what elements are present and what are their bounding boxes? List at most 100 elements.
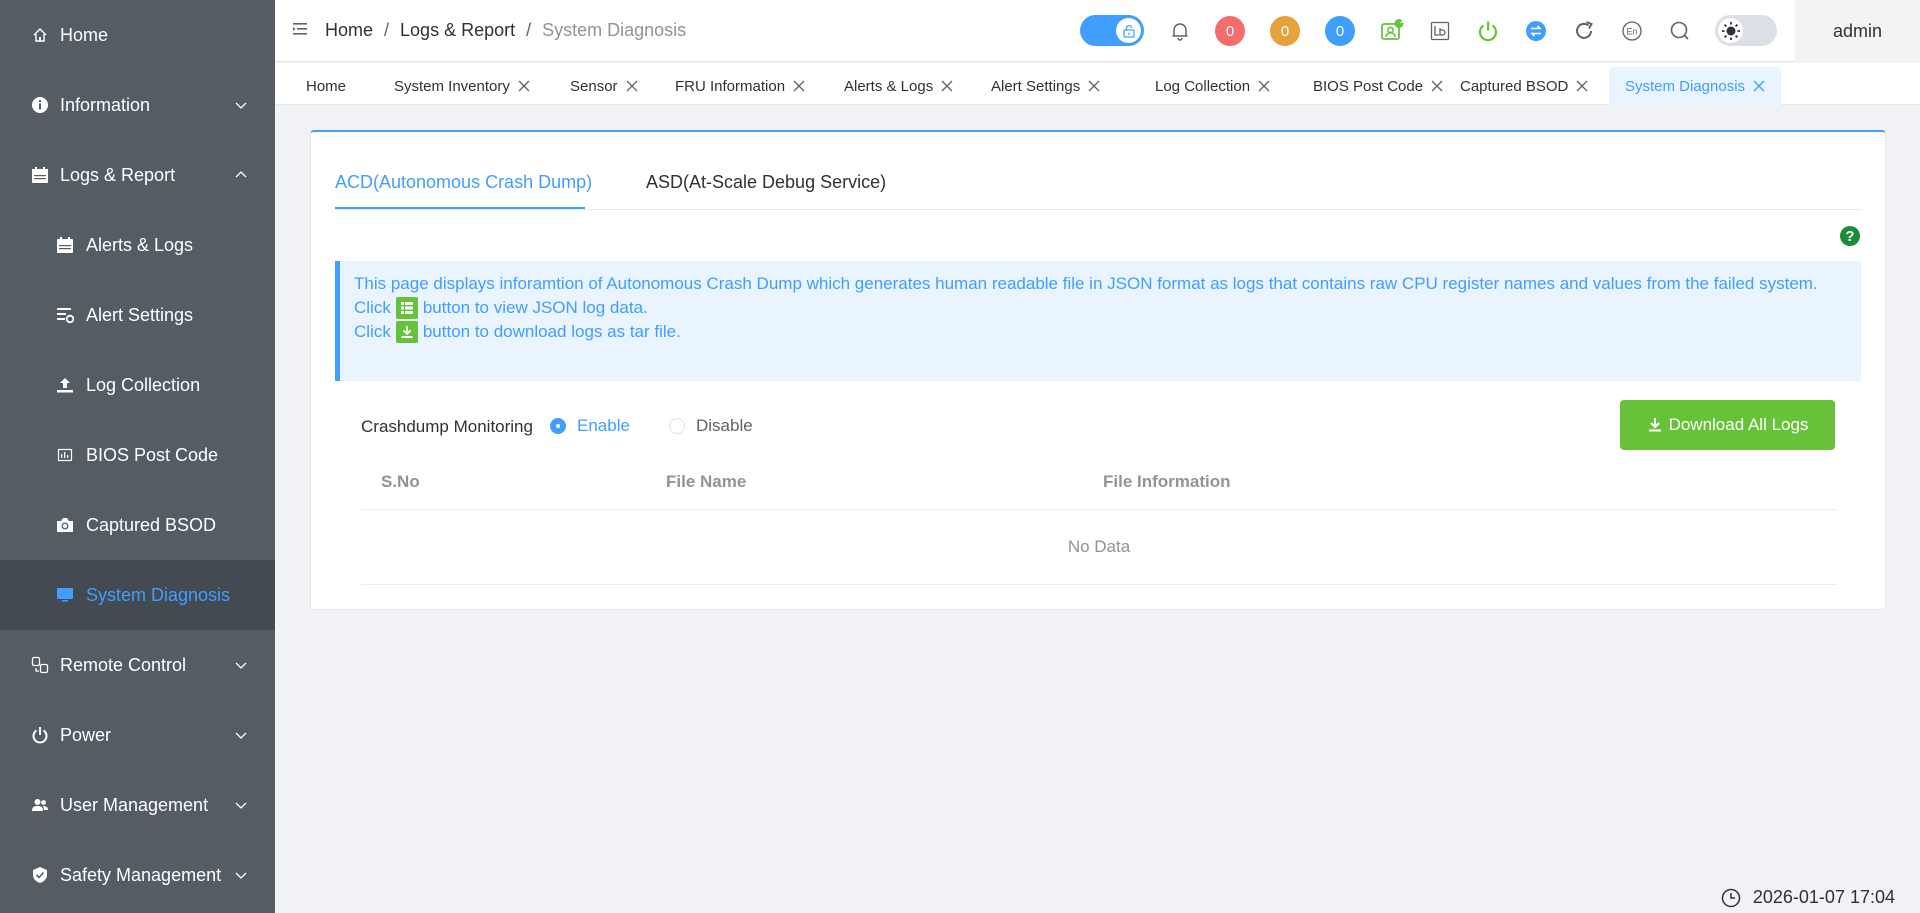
tab-label: System Inventory <box>394 77 510 95</box>
tab-label: System Diagnosis <box>1625 77 1746 95</box>
sidebar-item-label: BIOS Post Code <box>86 444 219 465</box>
radio-dot <box>669 418 685 434</box>
chevron-down-icon <box>235 802 247 809</box>
tab-sensor[interactable]: Sensor <box>554 67 654 105</box>
tab-fru-information[interactable]: FRU Information <box>659 67 821 105</box>
breadcrumb-home[interactable]: Home <box>325 20 373 41</box>
sidebar-item-safety-management[interactable]: Safety Management <box>0 840 275 910</box>
tab-alert-settings[interactable]: Alert Settings <box>975 67 1116 105</box>
shield-check-icon <box>30 865 50 885</box>
table-header: S.No File Name File Information <box>361 454 1837 510</box>
power-icon <box>30 725 50 745</box>
close-icon[interactable] <box>941 80 953 92</box>
tab-bios-post-code[interactable]: BIOS Post Code <box>1297 67 1459 105</box>
tab-label: Alerts & Logs <box>844 77 934 95</box>
sidebar-item-information[interactable]: Information <box>0 70 275 140</box>
hamburger-icon[interactable] <box>292 21 308 37</box>
breadcrumb-separator: / <box>384 20 390 40</box>
disable-label: Disable <box>696 416 753 435</box>
sidebar-item-bios-post-code[interactable]: BIOS Post Code <box>0 420 275 490</box>
sidebar-item-alerts-logs[interactable]: Alerts & Logs <box>0 210 275 280</box>
sidebar-item-label: Remote Control <box>60 654 187 675</box>
search-icon[interactable] <box>1666 17 1694 45</box>
theme-toggle[interactable] <box>1715 15 1777 46</box>
breadcrumb-logs-report[interactable]: Logs & Report <box>400 20 515 41</box>
bell-icon[interactable] <box>1166 17 1194 45</box>
warning-count-badge[interactable]: 0 <box>1270 16 1300 46</box>
close-icon[interactable] <box>1088 80 1100 92</box>
system-datetime: 2026-01-07 17:04 <box>1721 887 1895 908</box>
tab-alerts-logs[interactable]: Alerts & Logs <box>828 67 969 105</box>
close-icon[interactable] <box>1258 80 1270 92</box>
breadcrumb-separator: / <box>526 20 532 40</box>
top-header: Home / Logs & Report / System Diagnosis … <box>275 0 1920 62</box>
info-line-view: Click button to view JSON log data. <box>354 297 1847 319</box>
close-icon[interactable] <box>793 80 805 92</box>
chevron-up-icon <box>235 171 247 178</box>
tab-label: FRU Information <box>675 77 786 95</box>
subtab-acd[interactable]: ACD(Autonomous Crash Dump) <box>335 172 592 193</box>
sidebar-item-user-management[interactable]: User Management <box>0 770 275 840</box>
chevron-down-icon <box>235 662 247 669</box>
switch-icon[interactable] <box>1522 17 1550 45</box>
critical-count-badge[interactable]: 0 <box>1215 16 1245 46</box>
tab-log-collection[interactable]: Log Collection <box>1139 67 1286 105</box>
sidebar-item-alert-settings[interactable]: Alert Settings <box>0 280 275 350</box>
lock-icon <box>1116 18 1141 43</box>
help-icon[interactable]: ? <box>1840 226 1860 246</box>
tab-label: Log Collection <box>1155 77 1251 95</box>
info-click-text: Click <box>354 298 391 317</box>
tab-system-inventory[interactable]: System Inventory <box>378 67 546 105</box>
sidebar-item-label: Alerts & Logs <box>86 234 194 255</box>
info-icon <box>30 95 50 115</box>
sidebar-item-power[interactable]: Power <box>0 700 275 770</box>
close-icon[interactable] <box>626 80 638 92</box>
remote-control-icon <box>30 655 50 675</box>
refresh-icon[interactable] <box>1570 17 1598 45</box>
enable-radio[interactable]: Enable <box>550 416 630 436</box>
tab-system-diagnosis[interactable]: System Diagnosis <box>1609 67 1782 105</box>
close-icon[interactable] <box>1431 80 1443 92</box>
calendar-icon <box>55 235 75 255</box>
chart-box-icon <box>55 445 75 465</box>
tab-label: Sensor <box>570 77 618 95</box>
sidebar-item-captured-bsod[interactable]: Captured BSOD <box>0 490 275 560</box>
disable-radio[interactable]: Disable <box>669 416 753 436</box>
sidebar-item-label: Power <box>60 724 112 745</box>
close-icon[interactable] <box>1753 80 1765 92</box>
sidebar-item-label: Information <box>60 94 151 115</box>
lock-toggle[interactable] <box>1080 15 1144 46</box>
tab-captured-bsod[interactable]: Captured BSOD <box>1444 67 1604 105</box>
sidebar-item-label: Home <box>60 24 109 45</box>
download-icon <box>1647 417 1663 433</box>
column-header-file-name: File Name <box>666 472 747 491</box>
close-icon[interactable] <box>518 80 530 92</box>
info-download-text: button to download logs as tar file. <box>422 322 681 341</box>
crashdump-table: S.No File Name File Information No Data <box>361 454 1837 585</box>
sidebar-item-system-diagnosis[interactable]: System Diagnosis <box>0 560 275 630</box>
home-icon <box>30 25 50 45</box>
sidebar-item-label: Log Collection <box>86 374 201 395</box>
tab-home[interactable]: Home <box>290 67 362 105</box>
tab-label: Alert Settings <box>991 77 1081 95</box>
sidebar-item-logs-report[interactable]: Logs & Report <box>0 140 275 210</box>
chevron-down-icon <box>235 732 247 739</box>
sidebar-item-log-collection[interactable]: Log Collection <box>0 350 275 420</box>
sidebar-item-home[interactable]: Home <box>0 0 275 70</box>
sidebar-item-remote-control[interactable]: Remote Control <box>0 630 275 700</box>
radio-dot <box>550 418 566 434</box>
language-icon[interactable]: En <box>1618 17 1646 45</box>
download-all-logs-button[interactable]: Download All Logs <box>1620 400 1835 450</box>
subtab-asd[interactable]: ASD(At-Scale Debug Service) <box>646 172 886 193</box>
close-icon[interactable] <box>1576 80 1588 92</box>
breadcrumb-current: System Diagnosis <box>542 20 687 40</box>
user-online-icon[interactable]: 1 <box>1378 15 1406 45</box>
power-icon[interactable] <box>1474 17 1502 45</box>
info-count-badge[interactable]: 0 <box>1325 16 1355 46</box>
sidebar-item-label: Safety Management <box>60 864 222 885</box>
tab-label: Captured BSOD <box>1460 77 1569 95</box>
user-menu[interactable]: admin <box>1795 0 1920 62</box>
enable-label: Enable <box>577 416 630 435</box>
breadcrumb: Home / Logs & Report / System Diagnosis <box>325 20 686 41</box>
ld-icon[interactable] <box>1426 17 1454 45</box>
